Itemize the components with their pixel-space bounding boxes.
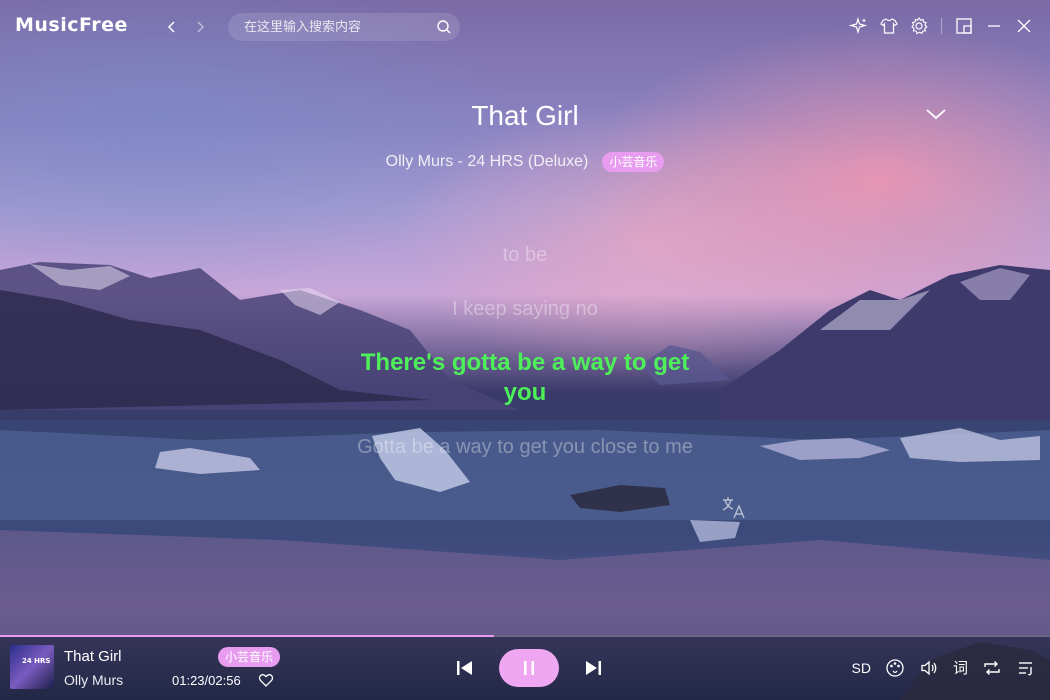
heart-icon[interactable] bbox=[258, 672, 274, 688]
playlist-icon[interactable] bbox=[1016, 658, 1036, 678]
translate-icon[interactable] bbox=[720, 494, 748, 522]
player-source-tag: 小芸音乐 bbox=[218, 647, 281, 667]
search-input[interactable] bbox=[228, 19, 428, 35]
source-tag: 小芸音乐 bbox=[602, 152, 665, 172]
shirt-icon[interactable] bbox=[879, 16, 899, 36]
next-icon[interactable] bbox=[583, 659, 603, 677]
pause-icon bbox=[524, 661, 534, 675]
window-controls bbox=[849, 16, 1034, 36]
song-subtitle: Olly Murs - 24 HRS (Deluxe) bbox=[385, 153, 589, 170]
lyric-line-current[interactable]: There's gotta be a way to get you bbox=[340, 348, 710, 408]
search-icon[interactable] bbox=[436, 19, 452, 35]
minimize-icon[interactable] bbox=[984, 16, 1004, 36]
cover-text: 24 HRS bbox=[22, 657, 51, 665]
quality-button[interactable]: SD bbox=[852, 660, 871, 676]
progress-fill bbox=[0, 635, 494, 637]
search-box bbox=[228, 13, 460, 41]
settings-icon[interactable] bbox=[909, 16, 929, 36]
player-bar: 24 HRS That Girl Olly Murs 小芸音乐 01:23/02… bbox=[0, 635, 1050, 700]
player-song-title[interactable]: That Girl bbox=[64, 648, 122, 665]
player-right-controls: SD 词 bbox=[852, 657, 1036, 678]
lyric-line[interactable]: I keep saying no bbox=[340, 294, 710, 324]
lyric-line[interactable]: to be bbox=[340, 240, 710, 270]
volume-icon[interactable] bbox=[919, 658, 939, 678]
close-icon[interactable] bbox=[1014, 16, 1034, 36]
app-logo: MusicFree bbox=[15, 14, 128, 36]
album-cover[interactable]: 24 HRS bbox=[10, 645, 54, 689]
song-subtitle-row: Olly Murs - 24 HRS (Deluxe) 小芸音乐 bbox=[0, 152, 1050, 172]
divider bbox=[941, 18, 942, 34]
repeat-icon[interactable] bbox=[982, 658, 1002, 678]
sparkle-icon[interactable] bbox=[849, 16, 869, 36]
lyric-toggle-button[interactable]: 词 bbox=[953, 657, 968, 678]
lyric-line[interactable]: Gotta be a way to get you close to me bbox=[340, 432, 710, 462]
prev-icon[interactable] bbox=[455, 659, 475, 677]
pause-button[interactable] bbox=[499, 649, 559, 687]
sound-effect-icon[interactable] bbox=[885, 658, 905, 678]
mini-mode-icon[interactable] bbox=[954, 16, 974, 36]
playback-time: 01:23/02:56 bbox=[172, 673, 241, 688]
player-artist[interactable]: Olly Murs bbox=[64, 672, 123, 688]
song-title: That Girl bbox=[471, 100, 579, 131]
back-icon[interactable] bbox=[162, 17, 182, 37]
title-bar: MusicFree bbox=[0, 0, 1050, 54]
lyrics-panel: to be I keep saying no There's gotta be … bbox=[340, 240, 710, 486]
chevron-down-icon[interactable] bbox=[924, 104, 948, 124]
progress-bar[interactable] bbox=[0, 635, 1050, 637]
forward-icon[interactable] bbox=[190, 17, 210, 37]
